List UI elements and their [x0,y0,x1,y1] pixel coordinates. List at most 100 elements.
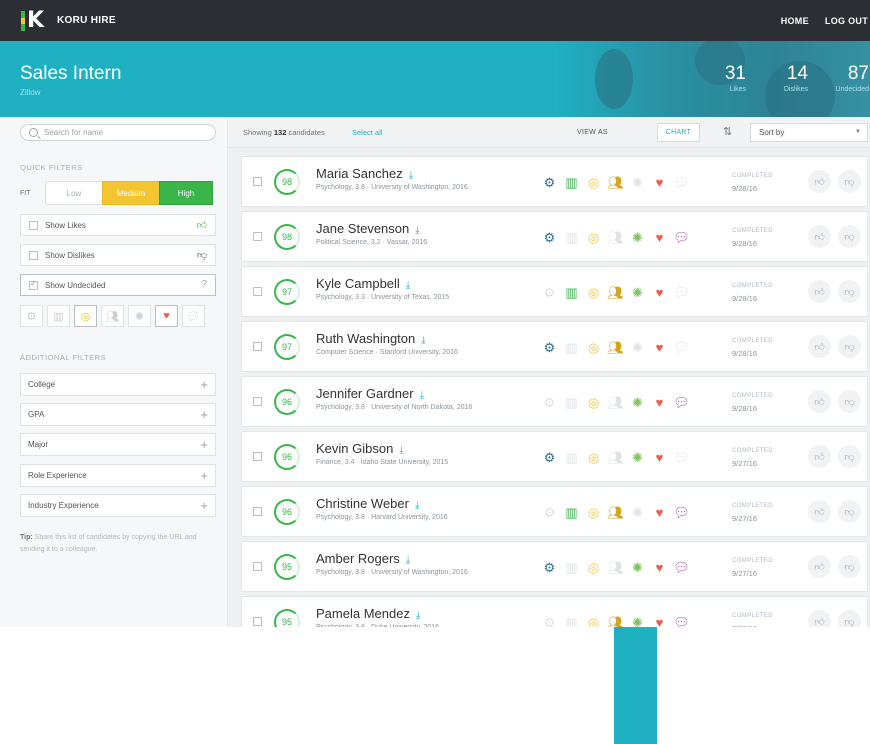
download-icon[interactable]: ⤓ [409,170,413,181]
nav-logout-link[interactable]: LOG OUT [825,16,868,26]
show-likes-toggle[interactable]: Show Likes 👍︎ [20,214,216,236]
candidate-row[interactable]: 97 Kyle Campbell ⤓ Psychology, 3.3 · Univ… [241,266,868,317]
like-button[interactable]: 👍︎ [808,170,831,193]
fit-medium-button[interactable]: Medium [102,181,160,205]
download-icon[interactable]: ⤓ [399,445,403,456]
koru-logo[interactable]: K [21,8,44,33]
dislike-button[interactable]: 👎︎ [838,500,861,523]
dislike-button[interactable]: 👎︎ [838,335,861,358]
row-checkbox[interactable] [253,342,262,351]
checkbox-checked[interactable] [29,279,38,290]
like-button[interactable]: 👍︎ [808,610,831,627]
candidate-row[interactable]: 95 Amber Rogers ⤓ Psychology, 3.8 · Unive… [241,541,868,592]
download-icon[interactable]: ⤓ [420,390,424,401]
search-box[interactable] [20,124,216,141]
row-checkbox[interactable] [253,397,262,406]
fit-score-badge: 96 [274,444,300,470]
dislike-button[interactable]: 👎︎ [838,610,861,627]
dislike-button[interactable]: 👎︎ [838,390,861,413]
dislikes-stat[interactable]: 14 Dislikes [768,63,808,93]
row-checkbox[interactable] [253,562,262,571]
candidate-row[interactable]: 96 Kevin Gibson ⤓ Finance, 3.4 · Idaho St… [241,431,868,482]
search-input[interactable] [44,128,204,137]
status-date: 9/27/16 [732,569,758,578]
row-checkbox[interactable] [253,177,262,186]
candidate-name[interactable]: Kyle Campbell ⤓ [316,276,410,291]
undecided-stat[interactable]: 87 Undecided [820,63,869,93]
download-icon[interactable]: ⤓ [406,280,410,291]
like-button[interactable]: 👍︎ [808,225,831,248]
thumbs-down-icon: 👎︎ [844,231,855,243]
row-checkbox[interactable] [253,287,262,296]
dislike-button[interactable]: 👎︎ [838,170,861,193]
filter-industry-experience[interactable]: Industry Experience + [20,494,216,517]
filter-major[interactable]: Major + [20,433,216,456]
candidate-row[interactable]: 98 Maria Sanchez ⤓ Psychology, 3.8 · Univ… [241,156,868,207]
likes-stat[interactable]: 31 Likes [718,63,746,93]
candidate-name[interactable]: Jane Stevenson ⤓ [316,221,420,236]
dislike-button[interactable]: 👎︎ [838,555,861,578]
download-icon[interactable]: ⤓ [415,500,419,511]
sort-order-icon[interactable]: ⇅ [723,125,732,138]
checkbox[interactable] [29,220,38,230]
gear-icon[interactable]: ⚙ [20,305,43,327]
download-icon[interactable]: ⤓ [406,555,410,566]
show-dislikes-toggle[interactable]: Show Dislikes 👎︎ [20,244,216,266]
like-button[interactable]: 👍︎ [808,445,831,468]
candidate-name[interactable]: Amber Rogers ⤓ [316,551,410,566]
nav-home-link[interactable]: HOME [781,16,809,26]
candidate-name[interactable]: Ruth Washington ⤓ [316,331,426,346]
target-icon[interactable]: ◎ [74,305,97,327]
candidate-name[interactable]: Pamela Mendez ⤓ [316,606,420,621]
status-label: COMPLETED [732,393,773,399]
filter-college[interactable]: College + [20,373,216,396]
target-icon: ◎ [587,394,600,410]
fit-high-button[interactable]: High [159,181,213,205]
candidate-name[interactable]: Kevin Gibson ⤓ [316,441,404,456]
candidate-name[interactable]: Christine Weber ⤓ [316,496,419,511]
dislike-button[interactable]: 👎︎ [838,280,861,303]
like-button[interactable]: 👍︎ [808,335,831,358]
candidate-row[interactable]: 95 Pamela Mendez⤓ Psychology, 3.8 · Duke… [241,596,868,627]
plus-icon: + [200,498,208,513]
candidate-list: 98 Maria Sanchez ⤓ Psychology, 3.8 · Univ… [228,148,870,627]
candidate-name[interactable]: Jennifer Gardner ⤓ [316,386,424,401]
sort-select[interactable]: Sort by ▼ [750,123,868,142]
like-button[interactable]: 👍︎ [808,280,831,303]
row-checkbox[interactable] [253,232,262,241]
row-checkbox[interactable] [253,507,262,516]
fit-low-button[interactable]: Low [45,181,103,205]
lightbulb-icon[interactable]: ✺ [128,305,151,327]
like-button[interactable]: 👍︎ [808,500,831,523]
download-icon[interactable]: ⤓ [415,225,419,236]
heart-icon[interactable]: ♥ [155,305,178,327]
speech-bubble-icon[interactable]: 💬︎ [182,305,205,327]
like-button[interactable]: 👍︎ [808,555,831,578]
show-undecided-toggle[interactable]: Show Undecided ? [20,274,216,296]
thumbs-up-icon: 👍︎ [814,396,825,408]
download-icon[interactable]: ⤓ [416,610,420,621]
candidate-row[interactable]: 96 Jennifer Gardner ⤓ Psychology, 3.8 · U… [241,376,868,427]
dislike-button[interactable]: 👎︎ [838,445,861,468]
row-checkbox[interactable] [253,617,262,626]
filter-role-experience[interactable]: Role Experience + [20,464,216,487]
download-icon[interactable]: ⤓ [421,335,425,346]
trait-filter-icons: ⚙ ▥ ◎ 👥︎ ✺ ♥ 💬︎ [20,305,205,327]
dislike-button[interactable]: 👎︎ [838,225,861,248]
people-icon[interactable]: 👥︎ [101,305,124,327]
like-button[interactable]: 👍︎ [808,390,831,413]
checkbox[interactable] [29,250,38,260]
speech-bubble-icon: 💬︎ [673,174,690,190]
row-checkbox[interactable] [253,452,262,461]
chart-view-button[interactable]: CHART [657,123,700,142]
gear-icon: ⚙ [543,229,556,245]
candidate-name[interactable]: Maria Sanchez ⤓ [316,166,413,181]
bar-chart-icon[interactable]: ▥ [47,305,70,327]
candidate-row[interactable]: 96 Christine Weber ⤓ Psychology, 3.8 · Ha… [241,486,868,537]
candidate-row[interactable]: 97 Ruth Washington ⤓ Computer Science · S… [241,321,868,372]
trait-icons: ⚙ ▥ ◎ 👥︎ ✺ ♥ 💬︎ [542,504,696,520]
filter-gpa[interactable]: GPA + [20,403,216,426]
candidate-row[interactable]: 98 Jane Stevenson ⤓ Political Science, 3.… [241,211,868,262]
thumbs-up-icon: 👍︎ [814,231,825,243]
select-all-link[interactable]: Select all [352,128,382,137]
